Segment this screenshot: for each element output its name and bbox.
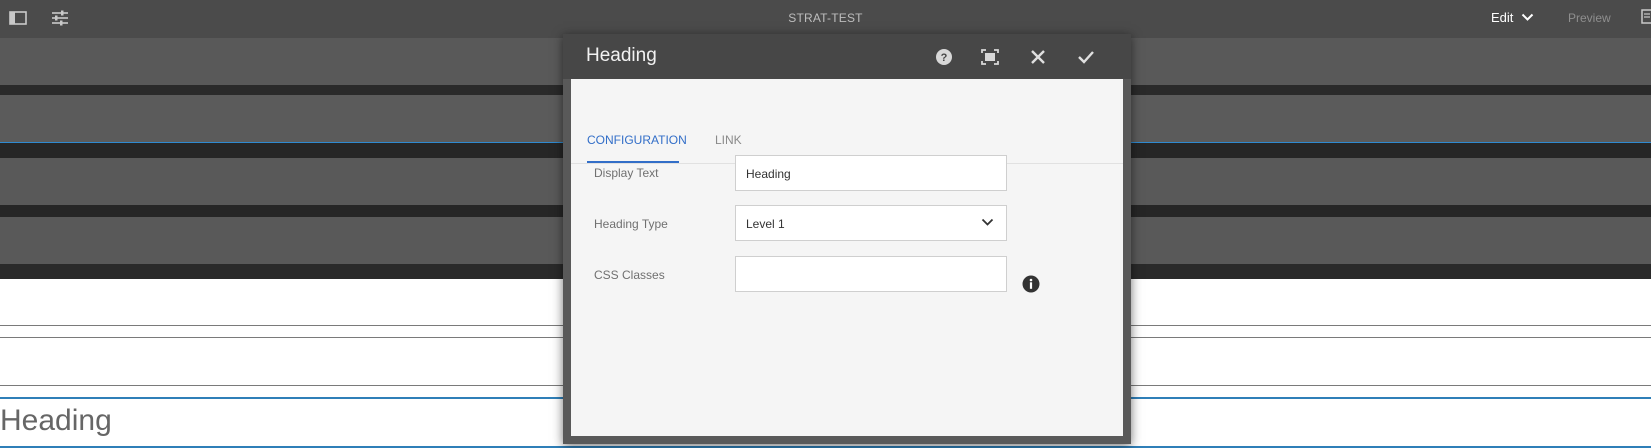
dialog-tabs: CONFIGURATION LINK [571,79,1123,164]
svg-text:?: ? [941,52,948,64]
page-title: STRAT-TEST [788,11,863,25]
done-icon [1078,51,1094,64]
chevron-down-icon [981,218,994,226]
editor-toolbar: STRAT-TEST Edit Preview [0,0,1651,38]
preview-button[interactable]: Preview [1568,11,1611,25]
cancel-button[interactable] [1025,44,1051,70]
tab-configuration[interactable]: CONFIGURATION [587,133,687,147]
heading-type-select[interactable]: Level 1 [735,205,1007,241]
tab-link[interactable]: LINK [715,133,742,147]
done-button[interactable] [1073,44,1099,70]
edit-mode-dropdown[interactable]: Edit [1491,10,1534,25]
close-icon [1031,50,1045,64]
info-icon[interactable] [1022,275,1040,293]
fullscreen-icon [981,49,999,65]
heading-type-label: Heading Type [594,217,668,231]
help-icon: ? [936,49,952,65]
css-classes-field[interactable] [735,256,1007,292]
page-heading-text: Heading [0,404,112,437]
heading-edit-dialog: Heading ? CONFIGURATION LINK Display Tex… [563,34,1131,444]
dialog-title: Heading [586,45,657,66]
display-text-label: Display Text [594,166,659,180]
help-button[interactable]: ? [931,44,957,70]
annotations-icon[interactable] [1641,9,1651,25]
active-tab-indicator [587,161,679,163]
edit-mode-label: Edit [1491,10,1514,25]
dialog-header: Heading ? [563,34,1131,79]
display-text-field[interactable]: Heading [735,155,1007,191]
fullscreen-button[interactable] [977,44,1003,70]
heading-type-value: Level 1 [746,217,785,231]
chevron-down-icon [1522,13,1534,21]
css-classes-label: CSS Classes [594,268,665,282]
